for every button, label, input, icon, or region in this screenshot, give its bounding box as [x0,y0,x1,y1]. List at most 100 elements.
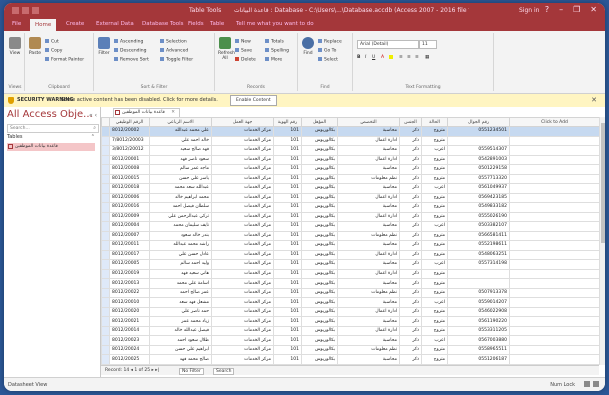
table-cell[interactable]: 0567003880 [447,335,510,346]
table-cell[interactable]: بكالوريوس [301,173,338,185]
table-cell[interactable]: 0549833182 [447,202,510,213]
table-cell[interactable]: متزوج [421,211,448,223]
redo-icon[interactable] [32,7,39,14]
table-cell[interactable]: 0507913378 [447,287,510,299]
table-cell[interactable]: نظم معلومات [337,230,400,242]
table-cell[interactable]: ادارة اعمال [337,306,400,318]
table-cell[interactable]: متزوج [421,192,448,204]
table-cell[interactable]: متزوج [421,249,448,261]
table-row[interactable]: 8012/20001 سعود ناصر فهد مركز الخدمات 101 بك… [101,154,600,166]
add-column-cell[interactable] [509,173,600,185]
add-column-cell[interactable] [509,240,600,251]
table-cell[interactable]: متزوج [421,135,448,147]
table-cell[interactable]: ادارة اعمال [337,325,400,337]
table-cell[interactable]: 101 [273,249,302,261]
add-column-cell[interactable] [509,354,600,365]
add-column-cell[interactable] [509,145,600,156]
table-cell[interactable]: فيصل عبدالله خالد [149,325,212,337]
table-cell[interactable]: 3/8012/20012 [109,145,150,156]
table-cell[interactable]: 101 [273,135,302,147]
table-cell[interactable]: 0551234501 [447,126,510,137]
row-selector[interactable] [101,164,110,175]
table-cell[interactable]: 0552198611 [447,240,510,251]
table-cell[interactable]: 0561190220 [447,316,510,327]
table-cell[interactable]: مركز الخدمات [211,278,274,289]
add-column-cell[interactable] [509,259,600,270]
table-cell[interactable]: 101 [273,268,302,280]
table-cell[interactable]: وليد احمد سالم [149,259,212,270]
table-cell[interactable]: 8012/20021 [109,316,150,327]
column-header[interactable]: الاسم الرباعي [149,117,212,127]
table-cell[interactable]: مركز الخدمات [211,192,274,204]
table-cell[interactable]: بكالوريوس [301,278,338,289]
table-cell[interactable]: ذكر [399,306,422,318]
table-cell[interactable]: اعزب [421,259,448,270]
table-cell[interactable] [447,268,510,280]
table-cell[interactable]: بكالوريوس [301,240,338,251]
column-header[interactable]: Click to Add [509,117,600,127]
tell-me-box[interactable]: Tell me what you want to do [236,21,314,27]
selection-button[interactable]: Selection [160,39,187,45]
table-row[interactable]: 8012/20007 بندر خالد سعود مركز الخدمات 101 ب… [101,230,600,242]
table-cell[interactable]: مركز الخدمات [211,221,274,232]
column-header[interactable]: جهة العمل [211,117,274,127]
table-cell[interactable]: 101 [273,259,302,270]
nav-item-employees-table[interactable]: قاعدة بيانات الموظفين [7,143,95,151]
cut-button[interactable]: Cut [45,39,59,45]
table-cell[interactable]: بكالوريوس [301,259,338,270]
tab-database-tools[interactable]: Database Tools [142,21,184,27]
add-column-cell[interactable] [509,325,600,337]
restore-button[interactable]: ❐ [573,5,580,14]
table-cell[interactable]: بكالوريوس [301,145,338,156]
tab-external-data[interactable]: External Data [96,21,134,27]
table-cell[interactable]: ذكر [399,287,422,299]
table-cell[interactable]: ذكر [399,316,422,327]
add-column-cell[interactable] [509,154,600,166]
filter-button[interactable]: Filter [97,37,111,61]
table-cell[interactable]: طلال سعود احمد [149,335,212,346]
table-cell[interactable]: متزوج [421,354,448,365]
table-cell[interactable]: 8012/20008 [109,164,150,175]
add-column-cell[interactable] [509,249,600,261]
add-column-cell[interactable] [509,278,600,289]
table-cell[interactable]: 8012/20005 [109,259,150,270]
row-selector[interactable] [101,126,110,137]
table-cell[interactable]: بكالوريوس [301,354,338,365]
table-cell[interactable]: نظم معلومات [337,287,400,299]
row-selector[interactable] [101,211,110,223]
minimize-button[interactable]: – [559,5,563,14]
table-cell[interactable]: خالد احمد علي [149,135,212,147]
table-cell[interactable]: 101 [273,316,302,327]
collapse-nav-icon[interactable]: « ‹ [89,112,97,119]
table-row[interactable]: 8012/20022 عمر صالح احمد مركز الخدمات 101 بك… [101,287,600,299]
table-cell[interactable]: 8012/20004 [109,221,150,232]
table-cell[interactable]: عادل حسن علي [149,249,212,261]
table-cell[interactable]: 0503382107 [447,221,510,232]
table-cell[interactable]: سلطان فيصل احمد [149,202,212,213]
table-cell[interactable]: ذكر [399,202,422,213]
table-cell[interactable]: مركز الخدمات [211,202,274,213]
table-cell[interactable]: 0555026190 [447,211,510,223]
row-selector[interactable] [101,268,110,280]
table-cell[interactable]: 8012/20018 [109,183,150,194]
nav-search-input[interactable]: Search... ⌕ [7,124,99,133]
table-cell[interactable]: بكالوريوس [301,183,338,194]
table-cell[interactable]: 101 [273,344,302,356]
undo-icon[interactable] [22,7,29,14]
table-row[interactable]: 8012/20005 وليد احمد سالم مركز الخدمات 101 ب… [101,259,600,270]
save-icon[interactable] [12,7,19,14]
table-cell[interactable]: بكالوريوس [301,306,338,318]
table-cell[interactable]: 0569423185 [447,192,510,204]
sign-in-link[interactable]: Sign in [519,7,539,14]
row-selector[interactable] [101,335,110,346]
add-column-cell[interactable] [509,202,600,213]
table-row[interactable]: 8012/20014 فيصل عبدالله خالد مركز الخدمات 1… [101,325,600,337]
table-cell[interactable]: بكالوريوس [301,344,338,356]
table-cell[interactable]: ابراهيم علي حسن [149,344,212,356]
table-cell[interactable]: 101 [273,202,302,213]
table-cell[interactable]: ذكر [399,221,422,232]
table-cell[interactable]: 101 [273,164,302,175]
table-cell[interactable]: 8012/20013 [109,278,150,289]
table-cell[interactable]: 101 [273,306,302,318]
table-cell[interactable]: 101 [273,145,302,156]
